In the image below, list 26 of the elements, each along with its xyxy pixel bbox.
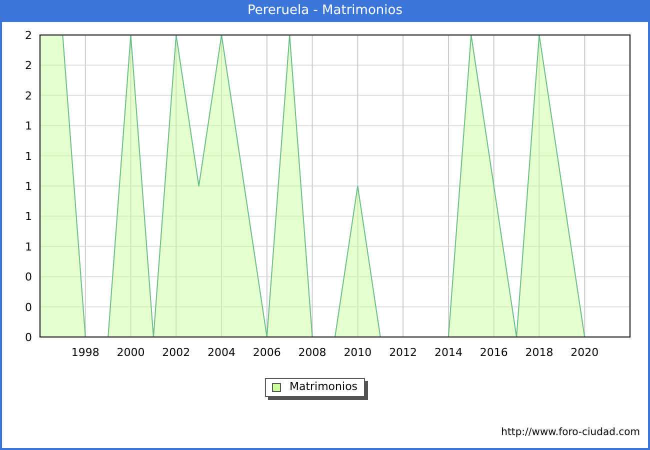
source-url: http://www.foro-ciudad.com bbox=[501, 426, 640, 440]
y-tick-label: 2 bbox=[25, 89, 32, 102]
y-tick-label: 2 bbox=[25, 29, 32, 42]
x-tick-label: 2010 bbox=[344, 346, 372, 359]
x-tick-label: 2018 bbox=[525, 346, 554, 359]
x-tick-label: 2002 bbox=[162, 346, 190, 359]
x-tick-label: 2006 bbox=[252, 346, 281, 359]
x-tick-label: 2016 bbox=[480, 346, 508, 359]
window-title: Pereruela - Matrimonios bbox=[246, 2, 404, 20]
y-tick-label: 1 bbox=[25, 150, 32, 163]
y-tick-label: 2 bbox=[25, 59, 32, 72]
y-tick-label: 0 bbox=[25, 270, 32, 284]
y-tick-label: 1 bbox=[25, 240, 32, 254]
x-tick-label: 2000 bbox=[116, 346, 145, 359]
x-tick-label: 2008 bbox=[298, 346, 326, 359]
x-tick-label: 2020 bbox=[570, 346, 599, 359]
y-tick-label: 0 bbox=[25, 331, 32, 344]
x-tick-label: 2012 bbox=[389, 346, 418, 359]
y-tick-label: 1 bbox=[25, 120, 32, 133]
x-tick-label: 2014 bbox=[434, 346, 462, 359]
y-tick-label: 1 bbox=[25, 180, 32, 193]
x-tick-label: 1998 bbox=[71, 346, 100, 359]
legend-label: Matrimonios bbox=[289, 379, 358, 396]
y-tick-label: 0 bbox=[25, 300, 32, 314]
y-tick-label: 1 bbox=[25, 210, 32, 224]
x-tick-label: 2004 bbox=[208, 346, 236, 359]
